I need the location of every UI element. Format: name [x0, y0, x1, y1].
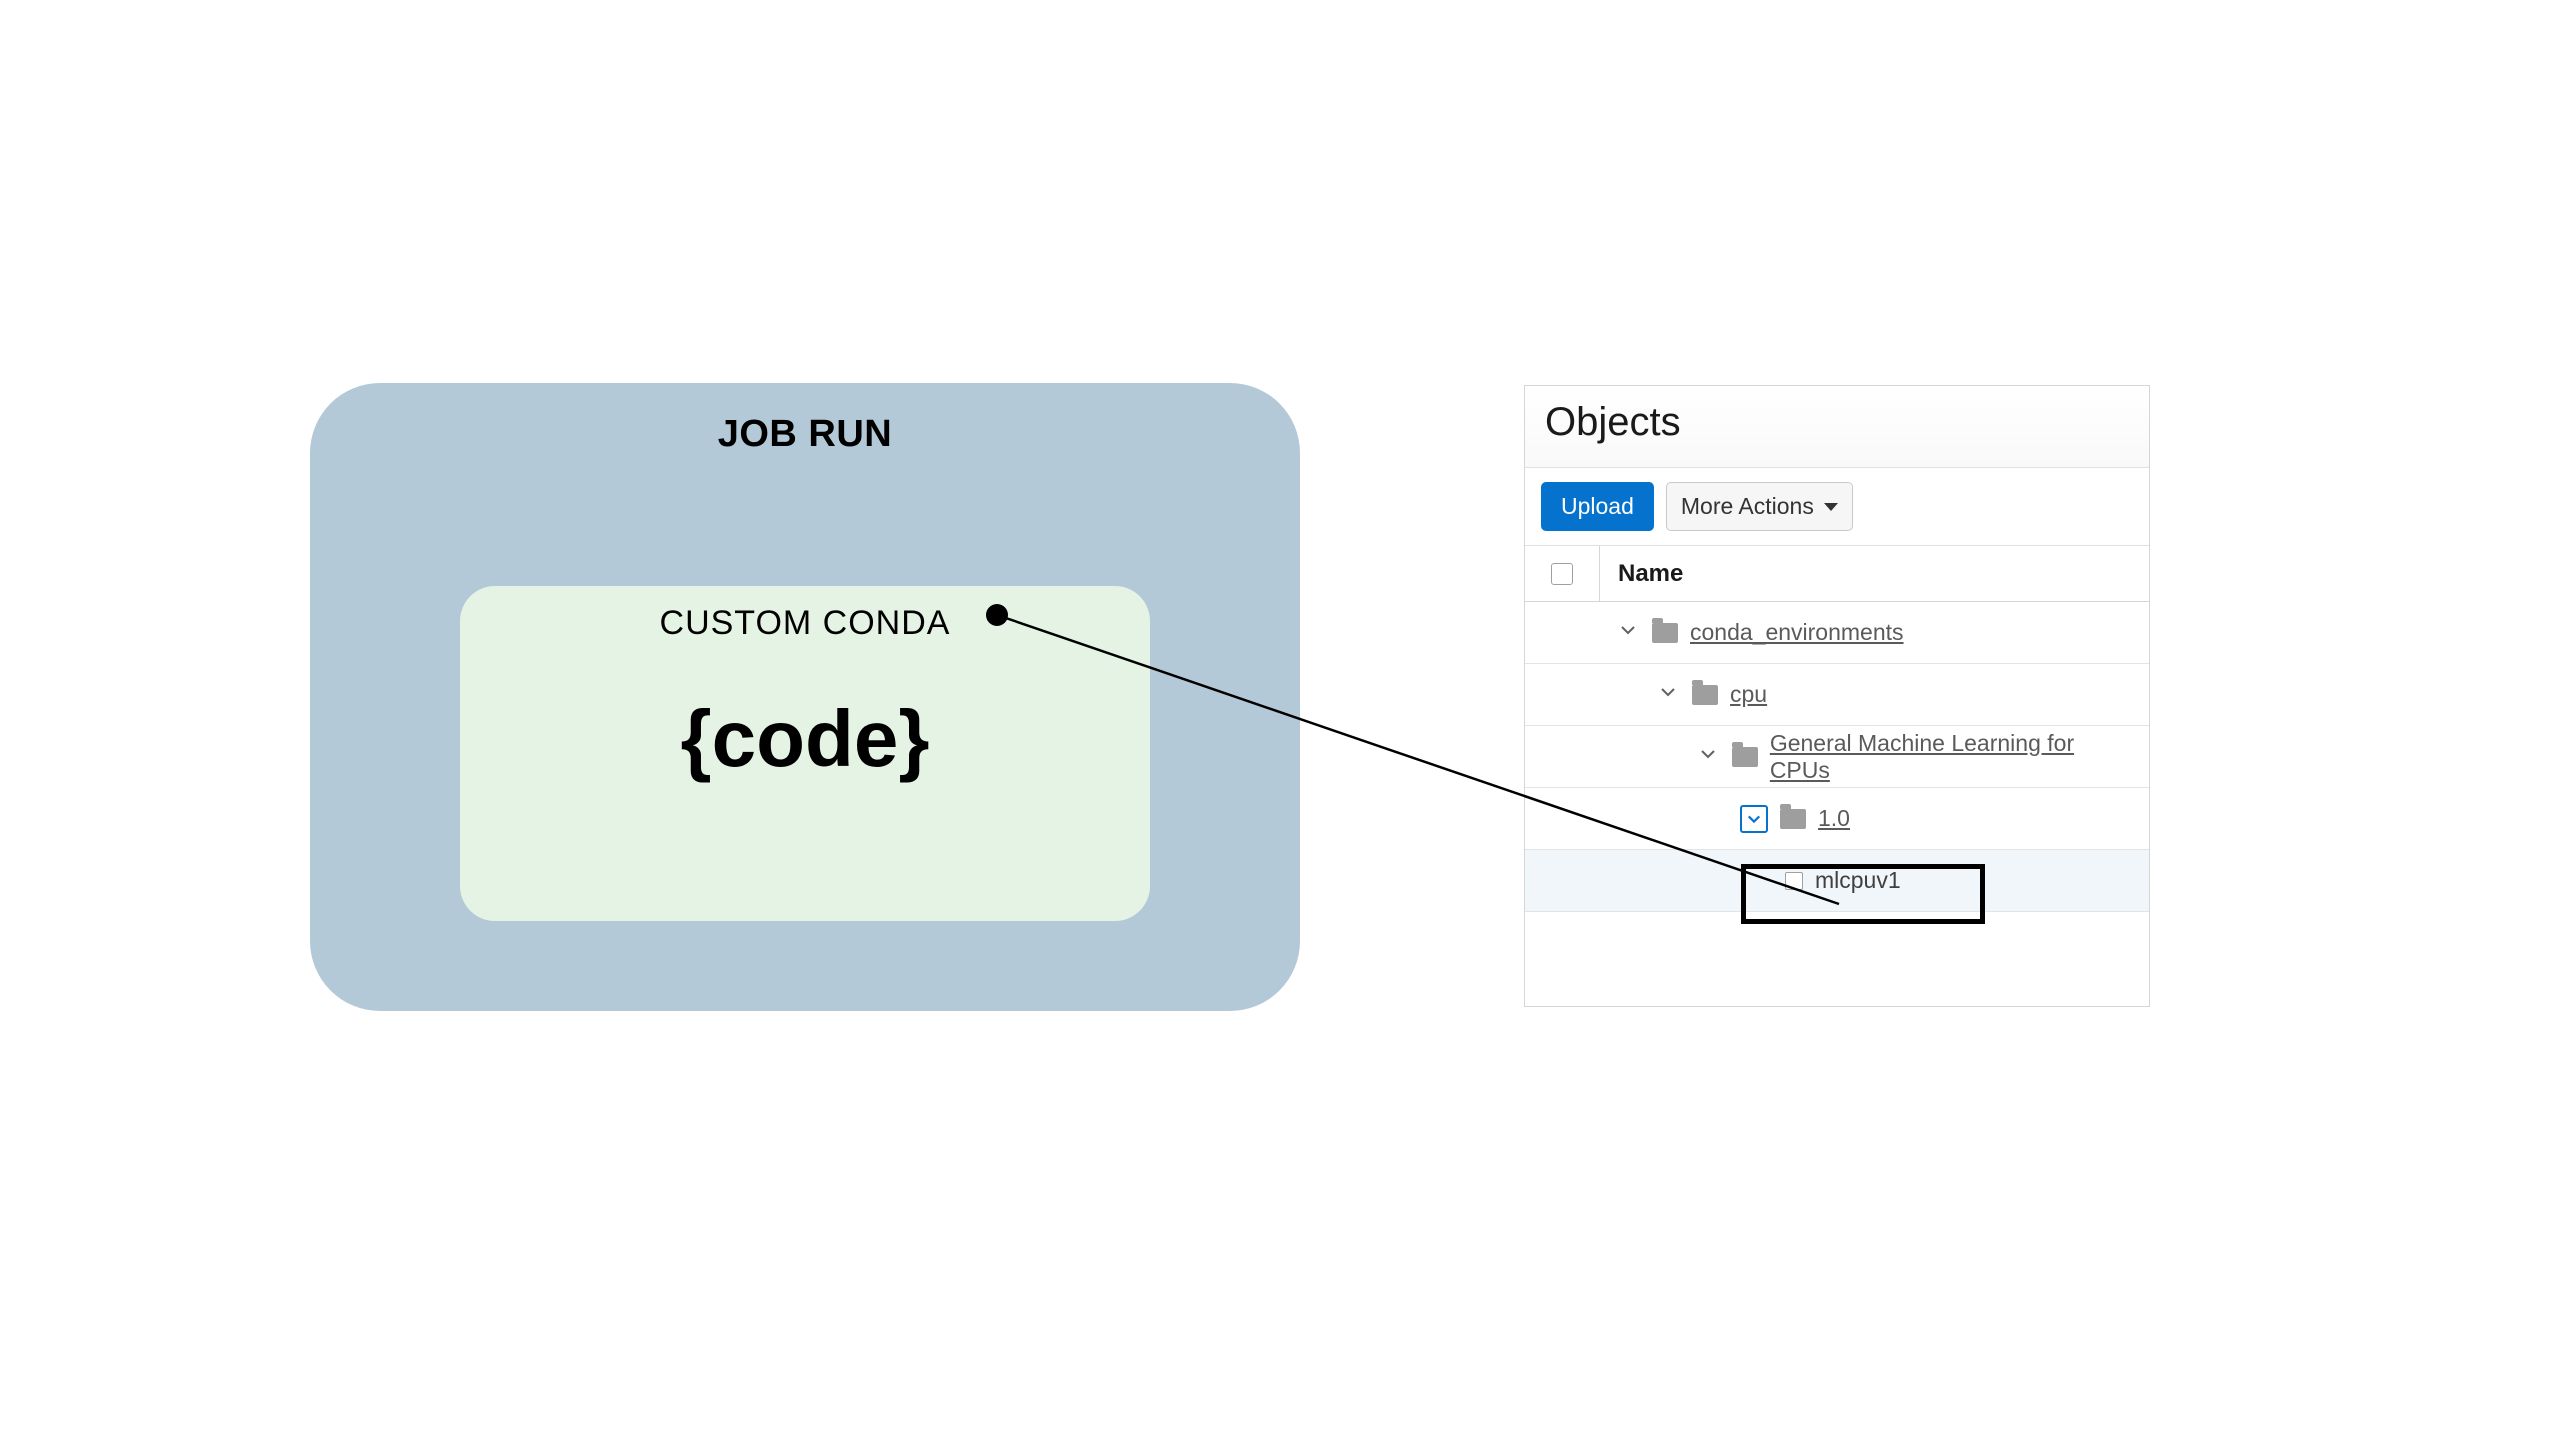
more-actions-button[interactable]: More Actions [1666, 482, 1853, 531]
folder-icon [1780, 809, 1806, 829]
table-header-row: Name [1525, 546, 2149, 602]
job-run-box: JOB RUN CUSTOM CONDA {code} [310, 383, 1300, 1011]
job-run-title: JOB RUN [330, 413, 1280, 456]
objects-title: Objects [1545, 400, 2129, 445]
folder-icon [1692, 685, 1718, 705]
item-checkbox[interactable] [1785, 872, 1803, 890]
caret-down-icon [1824, 503, 1838, 511]
chevron-down-icon[interactable] [1660, 684, 1680, 705]
diagram-container: JOB RUN CUSTOM CONDA {code} [310, 383, 1300, 1011]
tree-link[interactable]: conda_environments [1690, 619, 1904, 646]
custom-conda-title: CUSTOM CONDA [478, 604, 1132, 643]
chevron-down-icon[interactable] [1700, 746, 1720, 767]
tree-row-cpu[interactable]: cpu [1525, 664, 2149, 726]
folder-icon [1652, 623, 1678, 643]
more-actions-label: More Actions [1681, 493, 1814, 520]
tree-row-general-ml[interactable]: General Machine Learning for CPUs [1525, 726, 2149, 788]
objects-header: Objects [1525, 386, 2149, 467]
name-column-header: Name [1600, 560, 1683, 588]
chevron-down-icon[interactable] [1740, 805, 1768, 833]
select-all-cell[interactable] [1525, 546, 1600, 601]
tree-row-conda-environments[interactable]: conda_environments [1525, 602, 2149, 664]
tree-link[interactable]: 1.0 [1818, 805, 1850, 832]
tree-row-version[interactable]: 1.0 [1525, 788, 2149, 850]
custom-conda-box: CUSTOM CONDA {code} [460, 586, 1150, 921]
tree-row-mlcpuv1[interactable]: mlcpuv1 [1525, 850, 2149, 912]
upload-button[interactable]: Upload [1541, 482, 1654, 531]
folder-icon [1732, 747, 1758, 767]
tree-file: mlcpuv1 [1815, 867, 1901, 894]
select-all-checkbox[interactable] [1551, 563, 1573, 585]
tree-link[interactable]: General Machine Learning for CPUs [1770, 730, 2139, 784]
tree-link[interactable]: cpu [1730, 681, 1767, 708]
chevron-down-icon[interactable] [1620, 622, 1640, 643]
code-placeholder: {code} [478, 693, 1132, 785]
objects-panel: Objects Upload More Actions Name conda_e… [1524, 385, 2150, 1007]
toolbar: Upload More Actions [1525, 467, 2149, 546]
connector-dot [986, 604, 1008, 626]
